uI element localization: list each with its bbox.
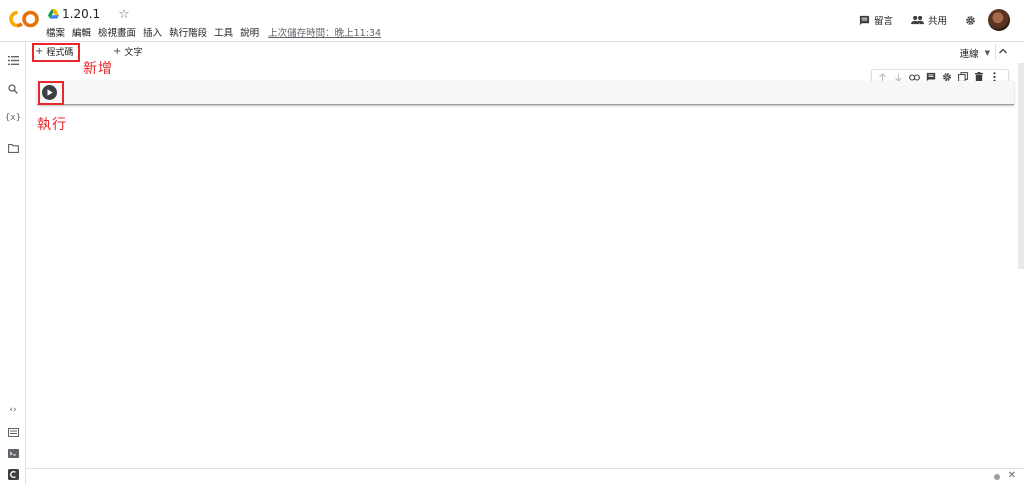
close-icon[interactable]: ✕	[1008, 470, 1016, 481]
avatar[interactable]	[988, 9, 1010, 31]
star-icon[interactable]: ☆	[118, 8, 130, 21]
annotation-add: 新增	[83, 61, 113, 77]
colab-window: 1.20.1 ☆ 檔案 編輯 檢視畫面 插入 執行階段 工具 說明 上次儲存時間…	[0, 0, 1024, 484]
notebook-toolbar: + 程式碼 + 文字 連線 ▼	[27, 42, 1024, 63]
menu-insert[interactable]: 插入	[143, 25, 162, 39]
comment-label: 留言	[873, 16, 893, 27]
add-text-label: 文字	[124, 48, 143, 58]
status-bar: ✕	[26, 468, 1024, 484]
table-of-contents-icon[interactable]	[7, 54, 19, 66]
run-button-highlight	[38, 81, 64, 105]
colab-logo[interactable]	[8, 9, 40, 29]
last-saved-link[interactable]: 上次儲存時間：晚上11:34	[268, 25, 381, 39]
menu-runtime[interactable]: 執行階段	[169, 25, 207, 39]
code-snippets-icon[interactable]: ‹›	[7, 404, 19, 416]
menu-file[interactable]: 檔案	[46, 25, 65, 39]
connect-label: 連線	[959, 49, 979, 60]
left-rail: {x} ‹›	[0, 42, 26, 484]
search-icon[interactable]	[7, 83, 19, 95]
scrollbar[interactable]	[1018, 63, 1024, 269]
menu-bar: 檔案 編輯 檢視畫面 插入 執行階段 工具 說明 上次儲存時間：晚上11:34	[46, 25, 381, 39]
settings-gear-icon[interactable]	[965, 15, 976, 26]
menu-edit[interactable]: 編輯	[72, 25, 91, 39]
menu-view[interactable]: 檢視畫面	[98, 25, 136, 39]
runtime-status-dot[interactable]	[994, 474, 1000, 480]
comment-icon	[859, 15, 870, 25]
add-text-button[interactable]: + 文字	[113, 45, 142, 58]
share-button[interactable]: 共用	[910, 13, 947, 27]
collapse-header-icon[interactable]	[998, 46, 1008, 56]
people-icon	[910, 15, 924, 25]
variables-icon[interactable]: {x}	[5, 112, 21, 124]
colab-status-icon[interactable]	[7, 468, 19, 480]
annotation-run: 執行	[37, 117, 67, 133]
terminal-icon[interactable]	[7, 447, 19, 459]
drive-icon[interactable]	[48, 9, 59, 19]
notebook-title[interactable]: 1.20.1	[62, 7, 100, 21]
code-cell[interactable]	[37, 81, 1014, 105]
command-palette-icon[interactable]	[7, 426, 19, 438]
menu-tools[interactable]: 工具	[214, 25, 233, 39]
divider	[995, 44, 996, 60]
header: 1.20.1 ☆ 檔案 編輯 檢視畫面 插入 執行階段 工具 說明 上次儲存時間…	[0, 0, 1024, 42]
folder-icon[interactable]	[7, 142, 19, 154]
plus-icon: +	[113, 46, 122, 57]
share-label: 共用	[927, 16, 947, 27]
comment-button[interactable]: 留言	[859, 13, 893, 27]
caret-down-icon: ▼	[984, 49, 990, 57]
menu-help[interactable]: 說明	[240, 25, 259, 39]
connect-button[interactable]: 連線 ▼	[960, 46, 990, 60]
add-code-highlight	[32, 43, 80, 62]
